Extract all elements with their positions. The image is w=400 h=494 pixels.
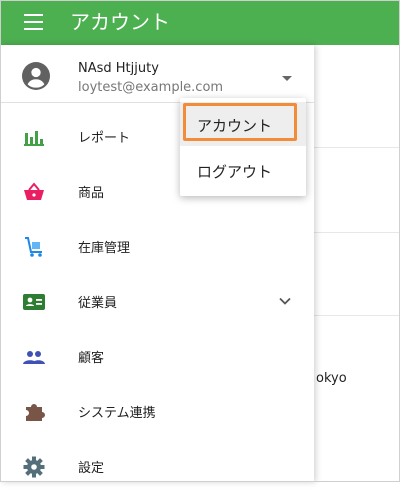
divider bbox=[314, 147, 400, 148]
nav-item-staff[interactable]: 従業員 bbox=[0, 274, 314, 329]
menu-item-account[interactable]: アカウント bbox=[180, 102, 306, 146]
account-switcher[interactable]: NAsd Htjjuty loytest@example.com bbox=[0, 45, 314, 103]
shopping-basket-icon bbox=[24, 182, 44, 200]
nav-label: システム連携 bbox=[78, 406, 156, 421]
hamburger-menu-icon[interactable] bbox=[24, 14, 43, 31]
puzzle-icon bbox=[26, 404, 45, 421]
nav-label: 商品 bbox=[78, 186, 105, 201]
app-bar: アカウント bbox=[0, 0, 400, 45]
cart-inventory-icon bbox=[25, 237, 42, 257]
nav-label: 顧客 bbox=[78, 351, 105, 366]
menu-item-logout[interactable]: ログアウト bbox=[180, 148, 306, 192]
menu-item-label: ログアウト bbox=[197, 163, 273, 181]
nav-label: レポート bbox=[78, 131, 131, 146]
divider bbox=[314, 315, 400, 316]
nav-label: 従業員 bbox=[78, 296, 118, 311]
nav-item-inventory[interactable]: 在庫管理 bbox=[0, 219, 314, 274]
menu-item-label: アカウント bbox=[197, 117, 273, 135]
divider bbox=[314, 232, 400, 233]
nav-item-settings[interactable]: 設定 bbox=[0, 439, 314, 494]
account-circle-icon bbox=[22, 62, 50, 90]
chevron-down-icon[interactable] bbox=[278, 294, 292, 308]
nav-item-integrations[interactable]: システム連携 bbox=[0, 384, 314, 439]
account-dropdown-menu: アカウント ログアウト bbox=[180, 98, 306, 196]
people-icon bbox=[23, 351, 45, 364]
bar-chart-icon bbox=[24, 131, 44, 146]
nav-item-customers[interactable]: 顧客 bbox=[0, 329, 314, 384]
gear-icon bbox=[23, 456, 45, 478]
user-email: loytest@example.com bbox=[78, 80, 224, 95]
user-name: NAsd Htjjuty bbox=[78, 61, 159, 76]
id-card-icon bbox=[23, 294, 45, 310]
caret-down-icon[interactable] bbox=[282, 76, 292, 81]
address-fragment: okyo bbox=[316, 371, 347, 386]
nav-label: 設定 bbox=[78, 461, 105, 476]
nav-label: 在庫管理 bbox=[78, 241, 131, 256]
page-title: アカウント bbox=[70, 10, 170, 34]
